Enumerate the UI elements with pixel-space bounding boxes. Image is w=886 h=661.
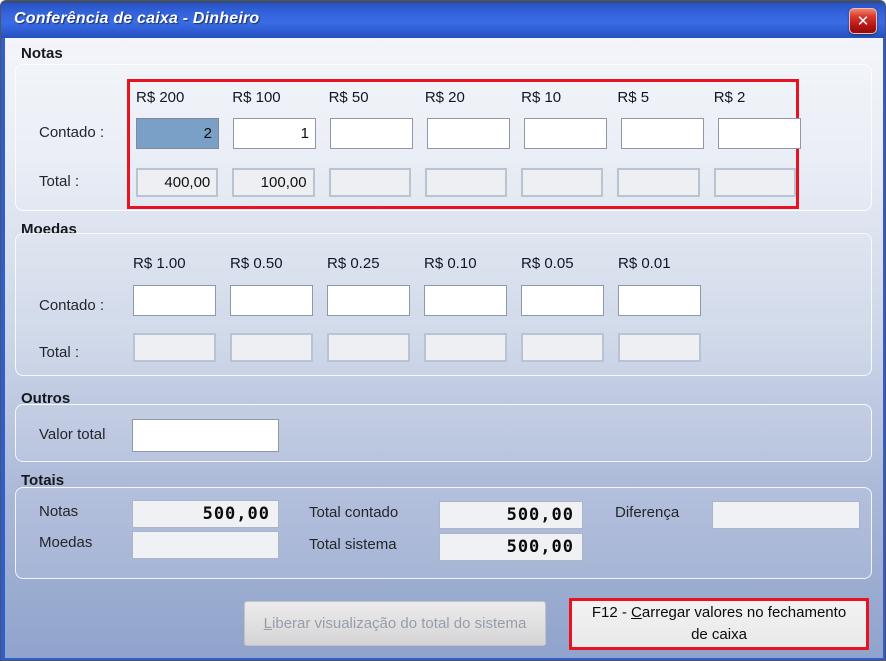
notas-total-field-5 <box>617 168 699 197</box>
total-contado-label: Total contado <box>309 504 398 521</box>
notas-total-field-200: 400,00 <box>136 168 218 197</box>
liberar-label: iberar visualização do total do sistema <box>272 615 526 632</box>
moedas-contado-input-050[interactable] <box>230 285 313 316</box>
notas-contado-row <box>136 118 796 149</box>
window-title: Conferência de caixa - Dinheiro <box>14 10 259 28</box>
liberar-accelerator: L <box>264 615 272 632</box>
total-sistema-field: 500,00 <box>439 533 583 561</box>
notas-total-field-100: 100,00 <box>232 168 314 197</box>
notas-total-field-50 <box>329 168 411 197</box>
notas-total-field-10 <box>521 168 603 197</box>
notas-contado-input-10[interactable] <box>524 118 607 149</box>
moedas-denomination-headers: R$ 1.00 R$ 0.50 R$ 0.25 R$ 0.10 R$ 0.05 … <box>133 255 701 275</box>
notas-col-header: R$ 50 <box>329 89 411 109</box>
liberar-visualizacao-button: Liberar visualização do total do sistema <box>244 601 546 646</box>
notas-groupbox: Contado : Total : R$ 200 R$ 100 R$ 50 R$… <box>15 64 872 211</box>
moedas-col-header: R$ 0.10 <box>424 255 507 275</box>
notas-denomination-headers: R$ 200 R$ 100 R$ 50 R$ 20 R$ 10 R$ 5 R$ … <box>136 89 796 109</box>
notas-col-header: R$ 5 <box>617 89 699 109</box>
moedas-col-header: R$ 0.50 <box>230 255 313 275</box>
f12-label: arregar valores no fechamento de caixa <box>642 604 846 643</box>
notas-contado-input-200[interactable] <box>136 118 219 149</box>
moedas-total-field-100 <box>133 333 216 362</box>
notas-contado-row-label: Contado : <box>39 124 104 141</box>
notas-contado-input-2[interactable] <box>718 118 801 149</box>
f12-prefix: F12 - <box>592 604 631 621</box>
moedas-contado-input-025[interactable] <box>327 285 410 316</box>
diferenca-label: Diferença <box>615 504 679 521</box>
moedas-groupbox: Contado : Total : R$ 1.00 R$ 0.50 R$ 0.2… <box>15 233 872 376</box>
f12-carregar-valores-button[interactable]: F12 - Carregar valores no fechamento de … <box>569 598 869 650</box>
notas-contado-input-20[interactable] <box>427 118 510 149</box>
moedas-total-field-010 <box>424 333 507 362</box>
moedas-contado-row <box>133 285 701 316</box>
moedas-total-field-025 <box>327 333 410 362</box>
notas-col-header: R$ 100 <box>232 89 314 109</box>
moedas-total-field-050 <box>230 333 313 362</box>
notas-col-header: R$ 20 <box>425 89 507 109</box>
moedas-col-header: R$ 0.25 <box>327 255 410 275</box>
totais-moedas-label: Moedas <box>39 534 92 551</box>
notas-annotation-red-frame: R$ 200 R$ 100 R$ 50 R$ 20 R$ 10 R$ 5 R$ … <box>127 79 799 209</box>
notas-col-header: R$ 200 <box>136 89 218 109</box>
valor-total-input[interactable] <box>132 419 279 452</box>
close-icon[interactable]: ✕ <box>849 8 877 34</box>
valor-total-label: Valor total <box>39 426 105 443</box>
moedas-contado-row-label: Contado : <box>39 297 104 314</box>
moedas-col-header: R$ 1.00 <box>133 255 216 275</box>
moedas-contado-input-100[interactable] <box>133 285 216 316</box>
notas-total-row-label: Total : <box>39 173 79 190</box>
total-sistema-label: Total sistema <box>309 536 397 553</box>
outros-groupbox: Valor total <box>15 404 872 462</box>
moedas-total-row-label: Total : <box>39 344 79 361</box>
moedas-total-field-001 <box>618 333 701 362</box>
notas-col-header: R$ 2 <box>714 89 796 109</box>
title-bar: Conferência de caixa - Dinheiro ✕ <box>1 1 885 38</box>
moedas-contado-input-001[interactable] <box>618 285 701 316</box>
notas-contado-input-100[interactable] <box>233 118 316 149</box>
total-contado-field: 500,00 <box>439 501 583 529</box>
dialog-window: Conferência de caixa - Dinheiro ✕ Notas … <box>0 0 886 661</box>
notas-contado-input-50[interactable] <box>330 118 413 149</box>
notas-total-field-2 <box>714 168 796 197</box>
moedas-contado-input-010[interactable] <box>424 285 507 316</box>
notas-contado-input-5[interactable] <box>621 118 704 149</box>
moedas-total-row <box>133 333 701 362</box>
f12-accelerator: C <box>631 604 642 621</box>
diferenca-field <box>712 501 860 529</box>
moedas-total-field-005 <box>521 333 604 362</box>
dialog-body: Notas Contado : Total : R$ 200 R$ 100 R$… <box>2 38 886 661</box>
totais-notas-label: Notas <box>39 503 78 520</box>
notas-col-header: R$ 10 <box>521 89 603 109</box>
totais-moedas-field <box>132 531 279 559</box>
section-label-notas: Notas <box>21 45 63 62</box>
notas-total-field-20 <box>425 168 507 197</box>
totais-groupbox: Notas 500,00 Moedas Total contado 500,00… <box>15 487 872 579</box>
moedas-col-header: R$ 0.05 <box>521 255 604 275</box>
notas-total-row: 400,00 100,00 <box>136 168 796 197</box>
moedas-col-header: R$ 0.01 <box>618 255 701 275</box>
totais-notas-field: 500,00 <box>132 500 279 528</box>
moedas-grid: R$ 1.00 R$ 0.50 R$ 0.25 R$ 0.10 R$ 0.05 … <box>133 255 701 362</box>
moedas-contado-input-005[interactable] <box>521 285 604 316</box>
